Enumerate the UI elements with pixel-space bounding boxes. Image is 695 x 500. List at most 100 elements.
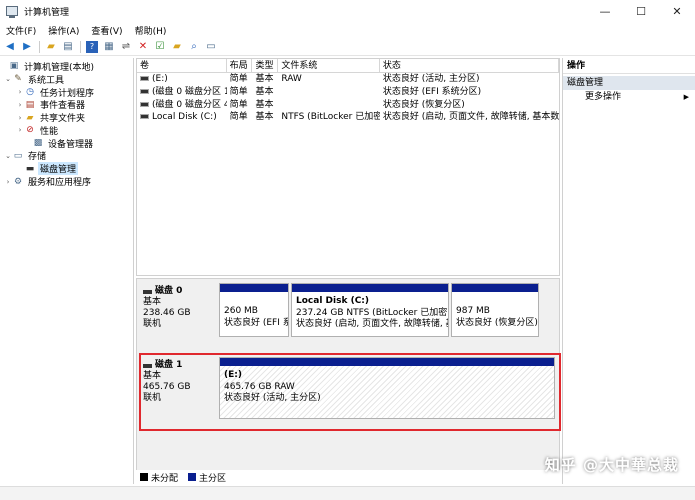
volume-layout: 简单 [229, 86, 248, 97]
close-icon: ✕ [672, 4, 682, 18]
disk-icon [143, 289, 152, 294]
menu-file[interactable]: 文件(F) [0, 24, 42, 37]
device-manager-icon: ▩ [33, 138, 43, 149]
close-button[interactable]: ✕ [659, 0, 695, 22]
partition-recovery[interactable]: 987 MB 状态良好 (恢复分区) [451, 283, 539, 337]
partition-name: (E:) [224, 370, 242, 380]
tree-item-label: 共享文件夹 [40, 114, 86, 125]
partition-status: 状态良好 (EFI 系 [224, 317, 288, 328]
volume-icon [140, 101, 149, 107]
table-row[interactable]: Local Disk (C:) 简单 基本 NTFS (BitLocker 已加… [137, 111, 559, 124]
help-icon[interactable]: ? [86, 40, 98, 53]
chevron-right-icon[interactable]: › [4, 178, 12, 186]
table-row[interactable]: (E:) 简单 基本 RAW 状态良好 (活动, 主分区) [137, 73, 559, 86]
menu-help[interactable]: 帮助(H) [129, 24, 173, 37]
partition-e[interactable]: (E:) 465.76 GB RAW 状态良好 (活动, 主分区) [219, 357, 555, 419]
tools-icon: ✎ [14, 74, 22, 85]
column-header-status[interactable]: 状态 [380, 59, 559, 72]
chevron-right-icon[interactable]: › [16, 126, 24, 134]
disk-status: 联机 [143, 319, 162, 329]
volume-name: Local Disk (C:) [137, 111, 227, 124]
column-header-volume[interactable]: 卷 [137, 59, 227, 72]
volume-list: 卷 布局 类型 文件系统 状态 (E:) 简单 基本 RAW 状态良好 (活动,… [136, 58, 560, 276]
performance-icon: ⊘ [26, 125, 34, 136]
chevron-right-icon[interactable]: › [16, 101, 24, 109]
maximize-button[interactable]: ☐ [623, 0, 659, 22]
disk-type: 基本 [143, 371, 162, 381]
actions-section-disk-management[interactable]: 磁盘管理 [563, 76, 695, 90]
tree-item-task-scheduler[interactable]: › ◷ 任务计划程序 [0, 86, 133, 99]
delete-icon[interactable]: ✕ [137, 41, 149, 53]
volume-status: 状态良好 (EFI 系统分区) [382, 86, 482, 97]
partition-name: Local Disk (C:) [296, 296, 370, 306]
partition-c[interactable]: Local Disk (C:) 237.24 GB NTFS (BitLocke… [291, 283, 449, 337]
disk-row-0: 磁盘 0 基本 238.46 GB 联机 260 MB 状态良好 (EFI 系 … [137, 283, 559, 349]
tree-item-event-viewer[interactable]: › ▤ 事件查看器 [0, 98, 133, 112]
show-hide-console-tree-icon[interactable]: ▤ [62, 41, 74, 53]
tree-item-device-manager[interactable]: ▩ 设备管理器 [0, 137, 133, 150]
menu-action[interactable]: 操作(A) [42, 24, 85, 37]
disk-label[interactable]: 磁盘 1 基本 465.76 GB 联机 [139, 357, 217, 425]
disk-name: 磁盘 0 [143, 286, 213, 297]
minimize-button[interactable]: — [587, 0, 623, 22]
toolbar: ◀ ▶ ▰ ▤ ? ▦ ⇌ ✕ ☑ ▰ ⌕ ▭ [0, 38, 695, 56]
more-actions-item[interactable]: 更多操作 ▶ [563, 90, 695, 104]
partition-text: Local Disk (C:) 237.24 GB NTFS (BitLocke… [292, 292, 448, 331]
volume-status: 状态良好 (活动, 主分区) [382, 74, 480, 84]
tree-item-performance[interactable]: › ⊘ 性能 [0, 124, 133, 137]
chevron-right-icon[interactable]: › [16, 114, 24, 122]
back-icon[interactable]: ◀ [4, 41, 16, 53]
console-tree: ▣ 计算机管理(本地) ⌄ ✎ 系统工具 › ◷ 任务计划程序 › ▤ 事件查看… [0, 58, 134, 484]
window-title: 计算机管理 [24, 7, 70, 18]
connect-drive-icon[interactable]: ⇌ [120, 41, 132, 53]
partition-efi[interactable]: 260 MB 状态良好 (EFI 系 [219, 283, 289, 337]
partition-bar [220, 284, 288, 292]
volume-icon [140, 88, 149, 94]
table-row[interactable]: (磁盘 0 磁盘分区 1) 简单 基本 状态良好 (EFI 系统分区) [137, 86, 559, 99]
properties-icon[interactable]: ▦ [103, 41, 115, 53]
tree-item-label: 性能 [40, 126, 59, 137]
tree-item-root[interactable]: ▣ 计算机管理(本地) [0, 60, 133, 73]
tree-item-services[interactable]: › ⚙ 服务和应用程序 [0, 175, 133, 189]
table-row[interactable]: (磁盘 0 磁盘分区 4) 简单 基本 状态良好 (恢复分区) [137, 99, 559, 112]
partition-text: 987 MB 状态良好 (恢复分区) [452, 292, 538, 329]
volume-type: 基本 [255, 112, 274, 123]
disk-type: 基本 [143, 297, 162, 307]
list-view-icon[interactable]: ▭ [205, 41, 217, 53]
tree-item-storage[interactable]: ⌄ ▭ 存储 [0, 150, 133, 163]
up-folder-icon[interactable]: ▰ [45, 41, 57, 53]
partition-text: (E:) 465.76 GB RAW 状态良好 (活动, 主分区) [220, 366, 554, 405]
partition-bar [292, 284, 448, 292]
column-header-layout[interactable]: 布局 [227, 59, 253, 72]
volume-type: 基本 [255, 99, 274, 110]
forward-icon[interactable]: ▶ [21, 41, 33, 53]
tree-item-system-tools[interactable]: ⌄ ✎ 系统工具 [0, 73, 133, 86]
legend-unallocated: 未分配 [151, 473, 179, 484]
volume-name-text: (磁盘 0 磁盘分区 1) [152, 86, 227, 97]
menu-view[interactable]: 查看(V) [85, 24, 128, 37]
volume-icon [140, 76, 149, 81]
disk-label[interactable]: 磁盘 0 基本 238.46 GB 联机 [139, 283, 217, 349]
toolbar-separator [39, 40, 40, 53]
chevron-down-icon[interactable]: ⌄ [4, 152, 12, 160]
maximize-icon: ☐ [636, 4, 646, 18]
legend-primary-swatch [188, 473, 197, 481]
volume-filesystem: RAW [281, 74, 302, 84]
column-header-filesystem[interactable]: 文件系统 [278, 59, 380, 72]
chevron-right-icon[interactable]: › [16, 88, 24, 96]
tree-item-disk-management[interactable]: ▬ 磁盘管理 [0, 162, 133, 176]
partition-text: 260 MB 状态良好 (EFI 系 [220, 292, 288, 329]
search-icon[interactable]: ⌕ [188, 41, 200, 53]
volume-name-text: (磁盘 0 磁盘分区 4) [152, 99, 227, 110]
legend-primary: 主分区 [199, 473, 227, 484]
chevron-down-icon[interactable]: ⌄ [4, 75, 12, 83]
new-folder-icon[interactable]: ▰ [171, 41, 183, 53]
disk-management-pane: 卷 布局 类型 文件系统 状态 (E:) 简单 基本 RAW 状态良好 (活动,… [136, 58, 561, 484]
column-header-type[interactable]: 类型 [252, 59, 279, 72]
tree-item-shared-folders[interactable]: › ▰ 共享文件夹 [0, 111, 133, 125]
check-icon[interactable]: ☑ [154, 41, 166, 53]
disk-name: 磁盘 1 [143, 360, 213, 371]
volume-layout: 简单 [229, 99, 248, 110]
tree-item-label: 任务计划程序 [40, 88, 95, 99]
volume-name: (磁盘 0 磁盘分区 1) [137, 86, 227, 99]
